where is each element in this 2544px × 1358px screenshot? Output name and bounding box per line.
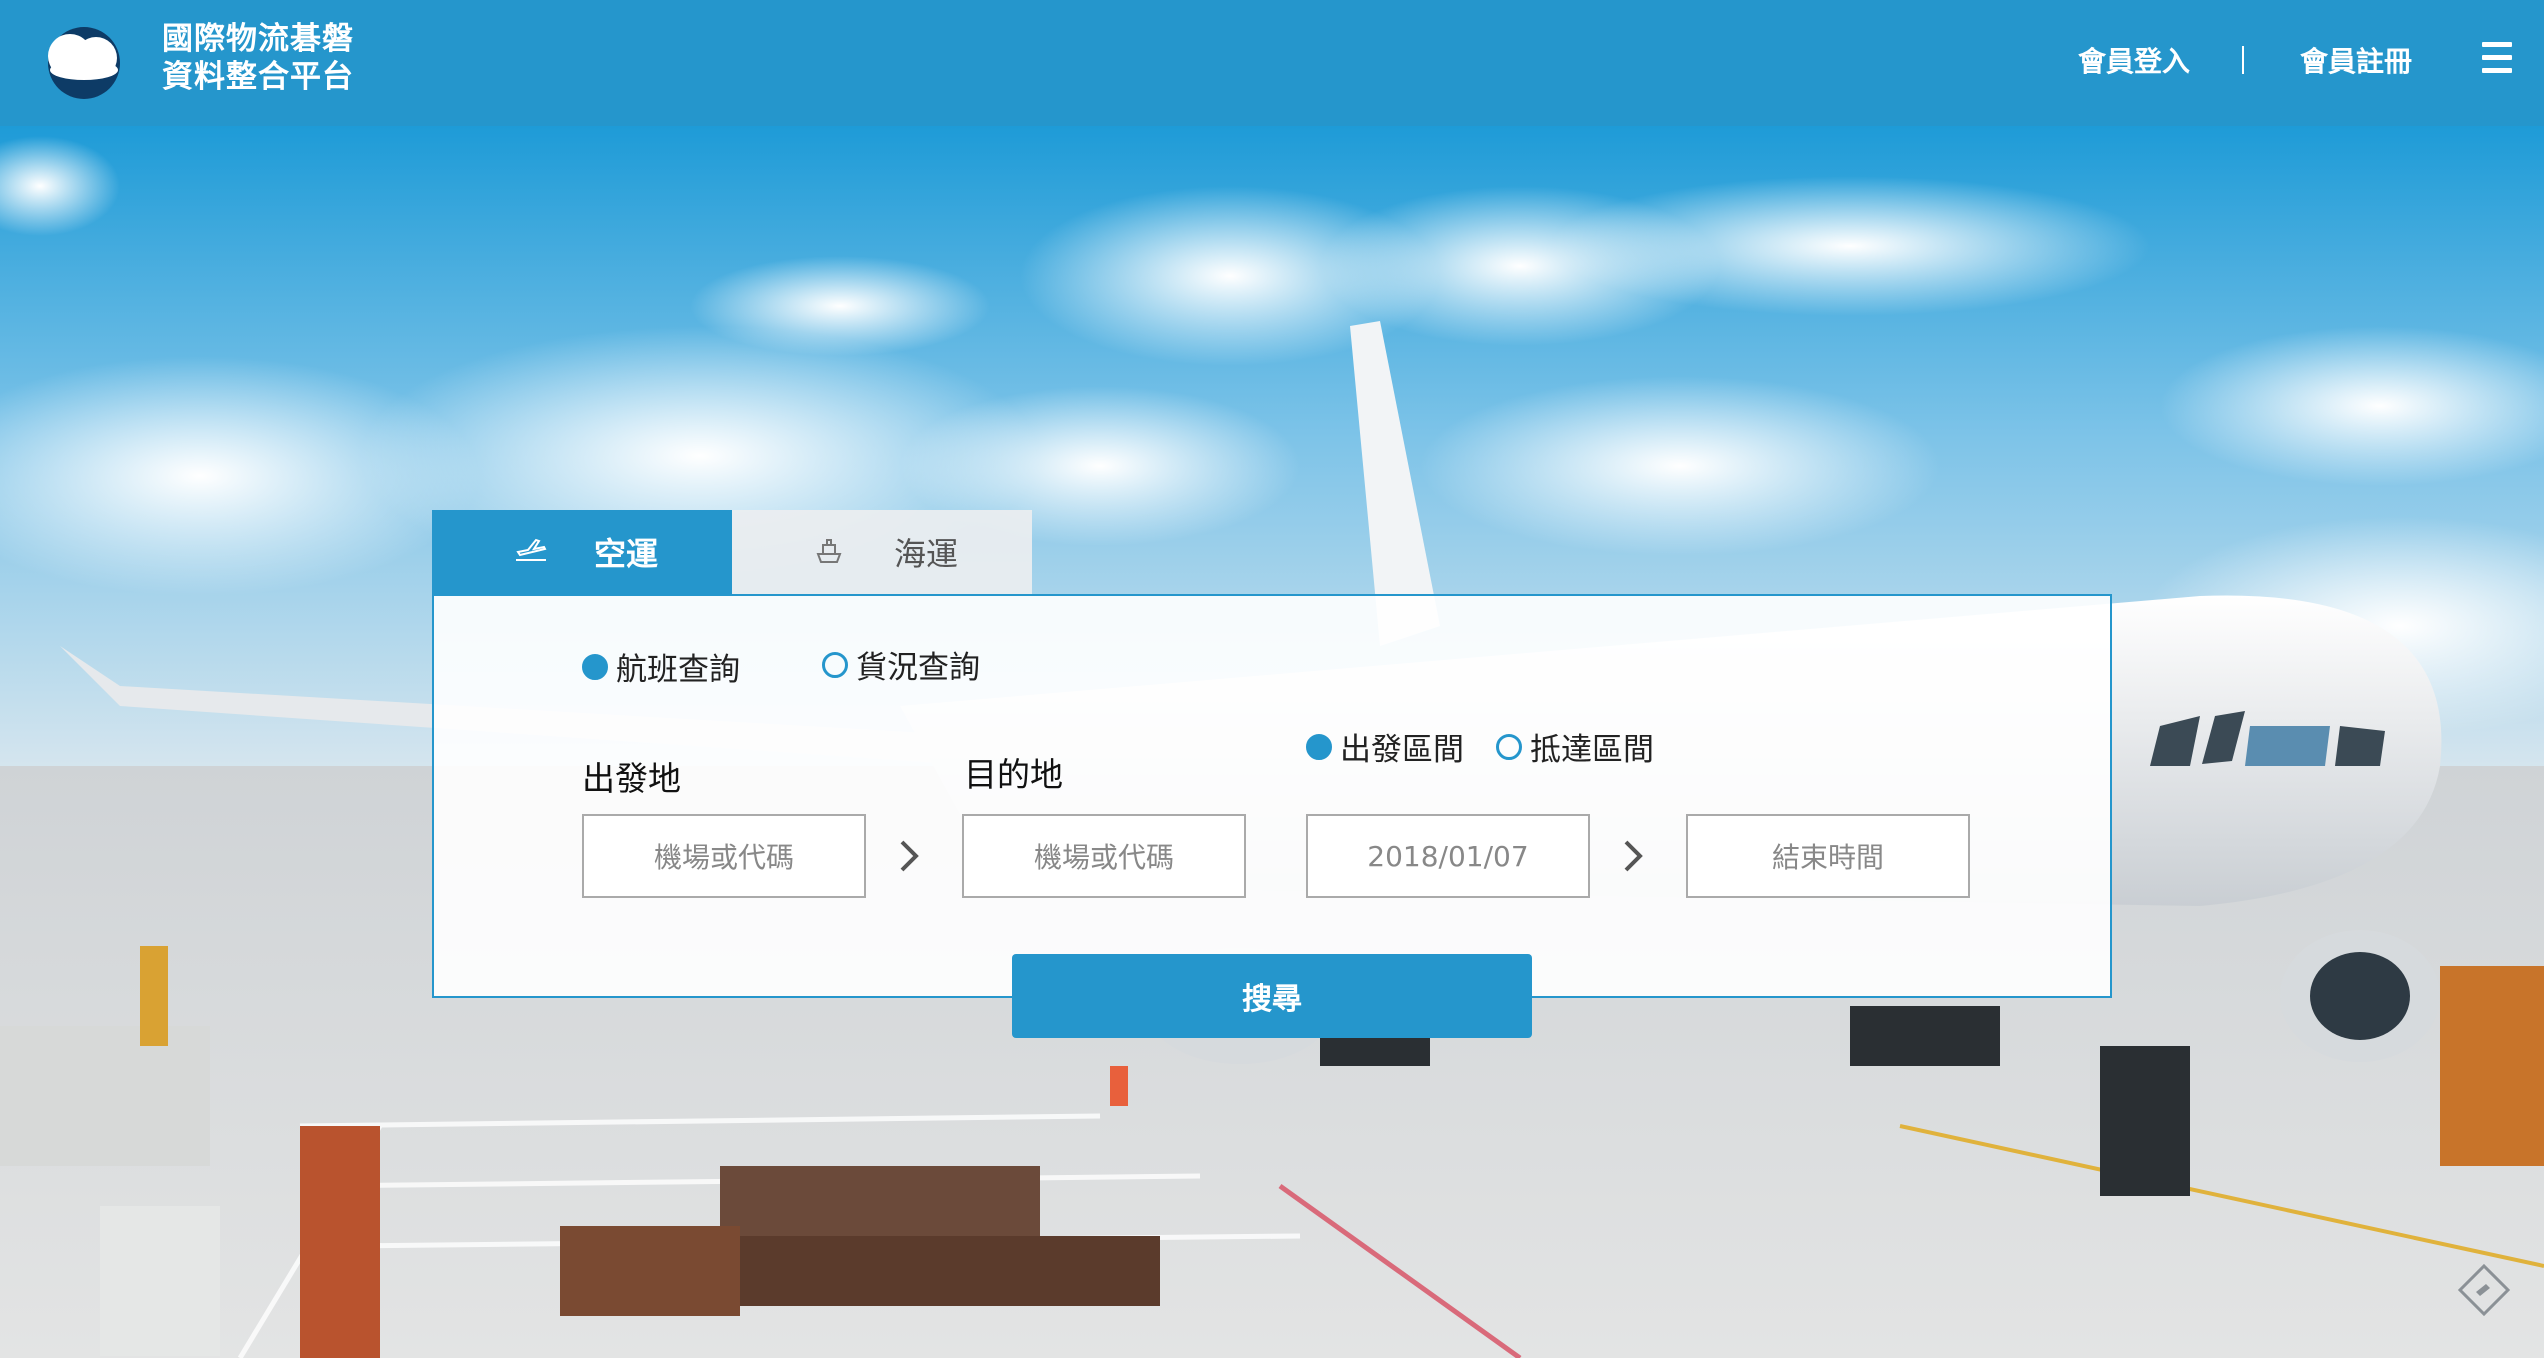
search-panel: 航班查詢 貨況查詢 出發區間 抵達區間 出發地 目的地 機場或代碼 機場或代碼 … (432, 594, 2112, 998)
end-date-input[interactable]: 結束時間 (1686, 814, 1970, 898)
radio-selected-icon (1306, 733, 1332, 760)
logo-icon[interactable] (46, 26, 122, 100)
chevron-right-icon (900, 840, 919, 872)
ship-icon (816, 539, 842, 563)
origin-input[interactable]: 機場或代碼 (582, 814, 866, 898)
nav-divider (2242, 46, 2244, 74)
origin-label: 出發地 (582, 759, 681, 798)
destination-label: 目的地 (964, 755, 1063, 794)
radio-selected-icon (582, 653, 608, 680)
radio-departure-range[interactable]: 出發區間 (1306, 724, 1464, 769)
login-link[interactable]: 會員登入 (2078, 40, 2190, 80)
destination-input[interactable]: 機場或代碼 (962, 814, 1246, 898)
search-button[interactable]: 搜尋 (1012, 954, 1532, 1038)
airplane-icon (516, 538, 547, 561)
top-header: 國際物流碁磐 資料整合平台 會員登入 會員註冊 (0, 0, 2544, 126)
radio-arrival-label: 抵達區間 (1530, 732, 1654, 768)
tab-air-freight[interactable]: 空運 (432, 510, 732, 594)
radio-unselected-icon (1496, 733, 1522, 760)
brand-name[interactable]: 國際物流碁磐 資料整合平台 (162, 20, 354, 96)
radio-flight-label: 航班查詢 (616, 652, 740, 688)
diamond-badge-icon (2457, 1263, 2511, 1317)
brand-line-1: 國際物流碁磐 (162, 21, 354, 57)
start-date-input[interactable]: 2018/01/07 (1306, 814, 1590, 898)
radio-unselected-icon (822, 651, 848, 678)
tab-sea-label: 海運 (894, 535, 959, 573)
chevron-right-icon (1624, 840, 1643, 872)
register-link[interactable]: 會員註冊 (2300, 40, 2412, 80)
hamburger-icon[interactable] (2482, 42, 2512, 76)
radio-departure-label: 出發區間 (1340, 732, 1464, 768)
brand-line-2: 資料整合平台 (162, 59, 354, 95)
radio-arrival-range[interactable]: 抵達區間 (1496, 724, 1654, 769)
tab-air-label: 空運 (594, 535, 659, 573)
tab-sea-freight[interactable]: 海運 (732, 510, 1032, 594)
radio-cargo-query[interactable]: 貨況查詢 (822, 642, 980, 687)
radio-flight-query[interactable]: 航班查詢 (582, 644, 740, 689)
radio-cargo-label: 貨況查詢 (856, 650, 980, 686)
